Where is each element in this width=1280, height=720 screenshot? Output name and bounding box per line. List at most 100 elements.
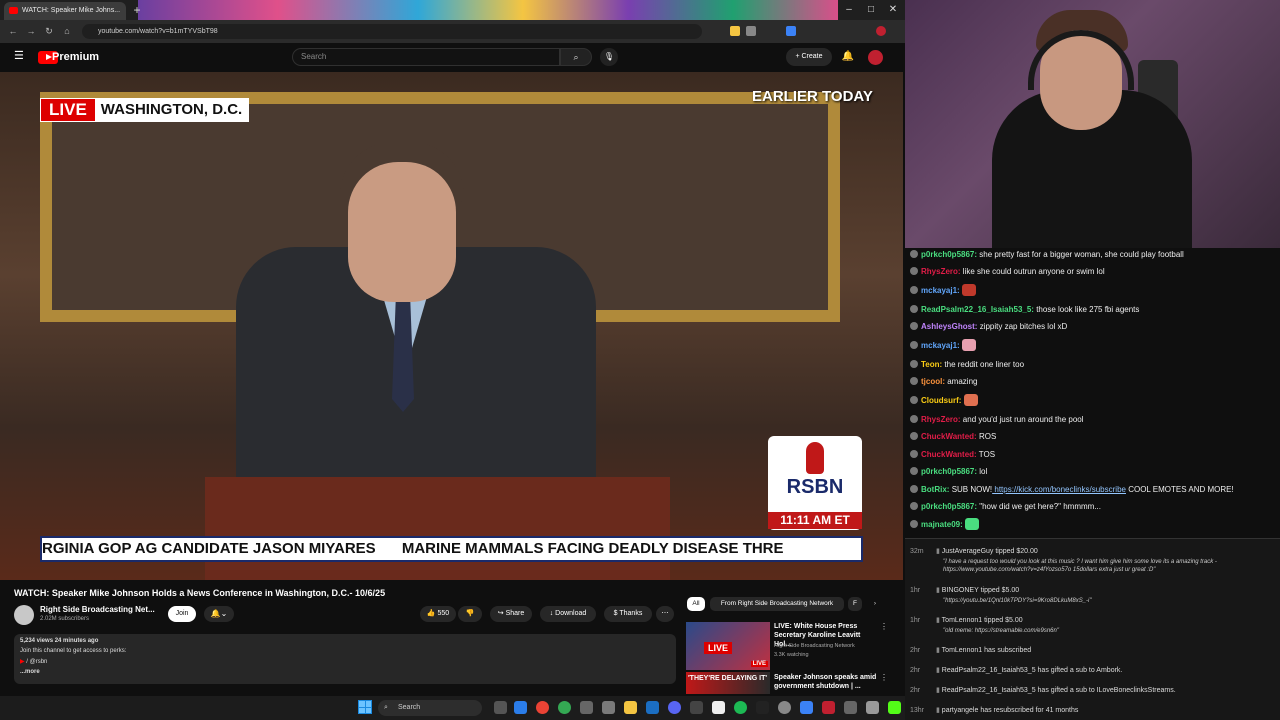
description-line: Join this channel to get access to perks…: [20, 648, 127, 654]
app-icon[interactable]: [844, 701, 857, 714]
chat-username[interactable]: ChuckWanted:: [921, 432, 977, 441]
notifications-icon[interactable]: 🔔: [840, 49, 856, 65]
sidebar-video-channel: Right Side Broadcasting Network: [774, 643, 855, 649]
video-title: WATCH: Speaker Mike Johnson Holds a News…: [14, 588, 386, 598]
chat-badge-icon: [910, 341, 918, 349]
forward-icon[interactable]: →: [24, 24, 38, 38]
description-box[interactable]: 5,234 views 24 minutes ago Join this cha…: [14, 634, 676, 684]
location-label: WASHINGTON, D.C.: [94, 99, 249, 121]
description-handle[interactable]: ▶ / @rsbn: [20, 658, 47, 665]
account-avatar[interactable]: [868, 50, 883, 65]
chat-username[interactable]: p0rkch0p5867:: [921, 502, 977, 511]
extension-icon[interactable]: [746, 26, 756, 36]
join-button[interactable]: Join: [168, 606, 196, 622]
channel-name[interactable]: Right Side Broadcasting Net...: [40, 605, 155, 614]
earlier-today-label: EARLIER TODAY: [752, 88, 873, 105]
maximize-icon[interactable]: □: [862, 2, 880, 18]
app-icon[interactable]: [778, 701, 791, 714]
edge-icon[interactable]: [514, 701, 527, 714]
chat-message: ReadPsalm22_16_Isaiah53_5: those look li…: [910, 304, 1139, 315]
browser-tab[interactable]: WATCH: Speaker Mike Johns...: [4, 2, 126, 20]
chat-message: RhysZero: like she could outrun anyone o…: [910, 266, 1105, 277]
chat-username[interactable]: majnate09:: [921, 520, 963, 529]
spotify-icon[interactable]: [734, 701, 747, 714]
video-thumbnail[interactable]: 'THEY'RE DELAYING IT': [686, 672, 770, 694]
chat-username[interactable]: AshleysGhost:: [921, 322, 977, 331]
chat-text: zippity zap bitches lol xD: [979, 322, 1068, 331]
subscribe-bell-icon[interactable]: 🔔⌄: [204, 606, 234, 622]
chat-username[interactable]: tjcool:: [921, 377, 945, 386]
minimize-icon[interactable]: –: [840, 2, 858, 18]
chrome-icon[interactable]: [536, 701, 549, 714]
podium: [205, 477, 670, 580]
chat-badge-icon: [910, 377, 918, 385]
extension-icon[interactable]: [786, 26, 796, 36]
app-icon[interactable]: [822, 701, 835, 714]
app-icon[interactable]: [580, 701, 593, 714]
like-button[interactable]: 👍 550: [420, 606, 456, 622]
app-icon[interactable]: [800, 701, 813, 714]
subscriber-count: 2.02M subscribers: [40, 616, 90, 622]
chat-username[interactable]: RhysZero:: [921, 415, 961, 424]
chat-username[interactable]: ChuckWanted:: [921, 450, 977, 459]
app-icon[interactable]: [756, 701, 769, 714]
new-tab-icon[interactable]: +: [130, 3, 144, 17]
youtube-brand[interactable]: Premium: [52, 51, 99, 64]
event-text: partyangele has resubscribed for 41 mont…: [941, 707, 1079, 714]
chip-channel[interactable]: From Right Side Broadcasting Network: [710, 597, 844, 611]
task-view-icon[interactable]: [494, 701, 507, 714]
sidebar-video-meta: 3.3K watching: [774, 652, 809, 658]
chip-more[interactable]: F: [848, 597, 862, 611]
dislike-icon[interactable]: 👎: [458, 606, 482, 622]
event-time: 1hr: [910, 587, 921, 594]
app-icon[interactable]: [690, 701, 703, 714]
taskbar-search-input[interactable]: ⌕ Search: [378, 700, 482, 716]
chat-username[interactable]: BotRix:: [921, 485, 949, 494]
chat-username[interactable]: Teon:: [921, 360, 942, 369]
sidebar-video-title[interactable]: Speaker Johnson speaks amid government s…: [774, 673, 878, 691]
microphone-icon[interactable]: 🎙: [600, 48, 618, 66]
app-icon[interactable]: [602, 701, 615, 714]
file-explorer-icon[interactable]: [624, 701, 637, 714]
reload-icon[interactable]: ↻: [42, 24, 56, 38]
more-vert-icon[interactable]: ⋮: [880, 673, 888, 682]
home-icon[interactable]: ⌂: [60, 24, 74, 38]
app-icon[interactable]: [712, 701, 725, 714]
chevron-right-icon[interactable]: ›: [868, 597, 882, 611]
chip-all[interactable]: All: [687, 597, 705, 611]
video-thumbnail[interactable]: LIVE LIVE: [686, 622, 770, 670]
chat-username[interactable]: p0rkch0p5867:: [921, 250, 977, 259]
close-icon[interactable]: ✕: [884, 2, 902, 18]
more-icon[interactable]: ⋯: [656, 606, 674, 622]
chat-username[interactable]: mckayaj1:: [921, 341, 960, 350]
chat-username[interactable]: ReadPsalm22_16_Isaiah53_5:: [921, 305, 1034, 314]
show-more-link[interactable]: ...more: [20, 669, 40, 675]
steam-icon[interactable]: [646, 701, 659, 714]
share-button[interactable]: ↪ Share: [490, 606, 532, 622]
chat-username[interactable]: p0rkch0p5867:: [921, 467, 977, 476]
search-icon[interactable]: ⌕: [560, 48, 592, 66]
video-player[interactable]: LIVE WASHINGTON, D.C. EARLIER TODAY RSBN…: [0, 72, 903, 580]
discord-icon[interactable]: [668, 701, 681, 714]
search-input[interactable]: Search: [292, 48, 560, 66]
windows-start-icon[interactable]: [358, 700, 372, 714]
thanks-button[interactable]: $ Thanks: [604, 606, 652, 622]
back-icon[interactable]: ←: [6, 24, 20, 38]
event-row: 32m ▮ JustAverageGuy tipped $20.00: [910, 547, 1038, 557]
menu-icon[interactable]: ☰: [14, 50, 26, 62]
chat-link[interactable]: https://kick.com/boneclinks/subscribe: [992, 485, 1126, 494]
create-button[interactable]: + Create: [786, 48, 832, 66]
chat-message: AshleysGhost: zippity zap bitches lol xD: [910, 321, 1067, 332]
chat-username[interactable]: mckayaj1:: [921, 286, 960, 295]
chat-username[interactable]: RhysZero:: [921, 267, 961, 276]
kick-icon[interactable]: [888, 701, 901, 714]
more-vert-icon[interactable]: ⋮: [880, 622, 888, 631]
profile-icon[interactable]: [876, 26, 886, 36]
download-button[interactable]: ↓ Download: [540, 606, 596, 622]
chat-username[interactable]: Cloudsurf:: [921, 396, 961, 405]
url-field[interactable]: youtube.com/watch?v=b1mTYVSbT98: [82, 24, 702, 39]
channel-avatar[interactable]: [14, 605, 34, 625]
chrome-icon[interactable]: [558, 701, 571, 714]
app-icon[interactable]: [866, 701, 879, 714]
extension-icon[interactable]: [730, 26, 740, 36]
